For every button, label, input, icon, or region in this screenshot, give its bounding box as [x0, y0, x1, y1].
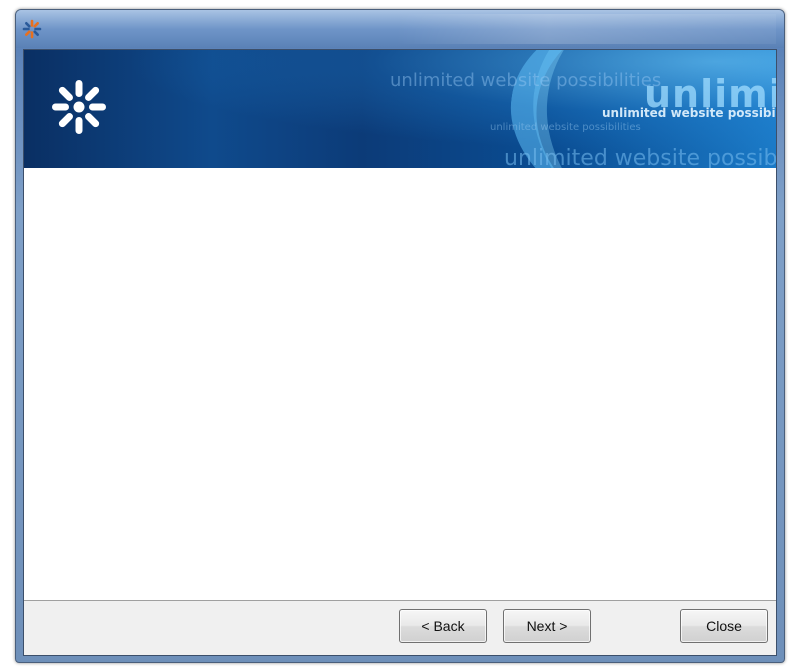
client-area: unlimited website possibilities unlimite… — [23, 49, 777, 656]
installer-window: unlimited website possibilities unlimite… — [15, 9, 785, 663]
title-bar-glass — [396, 14, 776, 44]
banner-tagline: unlimited website possibilities — [390, 70, 662, 91]
wizard-footer: < Back Next > Close — [24, 600, 776, 655]
header-banner: unlimited website possibilities unlimite… — [24, 50, 776, 168]
kaltura-icon — [22, 19, 42, 39]
banner-tagline-bright: unlimited website possibilities — [602, 106, 776, 120]
back-button[interactable]: < Back — [399, 609, 487, 643]
banner-tagline-small: unlimited website possibilities — [490, 122, 641, 133]
kaltura-logo — [52, 80, 106, 134]
banner-tagline-bottom: unlimited website possibilities — [504, 146, 776, 168]
next-button[interactable]: Next > — [503, 609, 591, 643]
close-button[interactable]: Close — [680, 609, 768, 643]
wizard-content-pane — [24, 168, 776, 600]
title-bar[interactable] — [16, 10, 784, 48]
